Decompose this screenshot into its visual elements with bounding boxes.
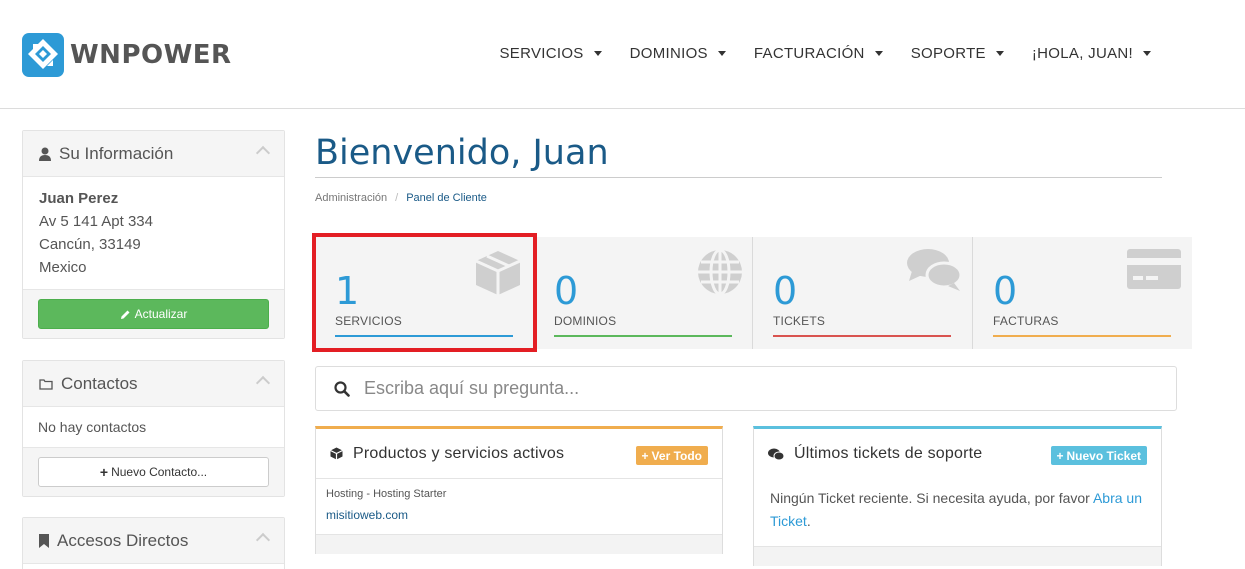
product-name: Hosting - Hosting Starter <box>326 488 447 500</box>
new-ticket-button[interactable]: + Nuevo Ticket <box>1050 446 1147 465</box>
card-header: Productos y servicios activos + Ver Todo <box>316 429 722 479</box>
plus-icon: + <box>99 464 109 480</box>
caret-down-icon <box>593 50 602 56</box>
stat-tile-dominios[interactable]: 0 DOMINIOS <box>534 237 753 349</box>
nav-user-menu[interactable]: ¡HOLA, JUAN! <box>1018 42 1165 64</box>
card-footer <box>316 534 722 554</box>
comments-icon <box>768 448 784 460</box>
new-ticket-label: Nuevo Ticket <box>1066 448 1141 463</box>
user-info: Juan Perez Av 5 141 Apt 334 Cancún, 3314… <box>23 177 284 289</box>
user-country: Mexico <box>39 259 87 276</box>
nav-facturacion[interactable]: FACTURACIÓN <box>740 42 897 64</box>
chevron-up-icon[interactable] <box>255 532 271 548</box>
panel-header[interactable]: Su Información <box>23 131 284 177</box>
support-tickets-card: Últimos tickets de soporte + Nuevo Ticket… <box>753 426 1162 566</box>
stat-tile-facturas[interactable]: 0 FACTURAS <box>973 237 1192 349</box>
nav-label: DOMINIOS <box>629 44 708 62</box>
panel-title: Contactos <box>61 373 138 393</box>
stat-value: 0 <box>554 269 579 313</box>
logo-mark-icon <box>22 33 64 77</box>
comments-icon <box>907 249 962 291</box>
bookmark-icon <box>39 533 49 548</box>
card-title: Productos y servicios activos <box>353 444 565 462</box>
breadcrumb: Administración / Panel de Cliente <box>315 192 487 204</box>
product-domain-link[interactable]: misitioweb.com <box>326 508 712 522</box>
stat-underline <box>554 335 732 337</box>
user-name: Juan Perez <box>39 190 119 207</box>
breadcrumb-panel-cliente: Panel de Cliente <box>406 192 487 204</box>
card-title: Últimos tickets de soporte <box>794 445 983 462</box>
folder-icon <box>39 378 53 390</box>
contacts-list: No hay contactos <box>23 407 284 447</box>
cube-icon <box>330 447 343 460</box>
panel-header[interactable]: Accesos Directos <box>23 518 284 564</box>
card-footer <box>754 546 1161 566</box>
tickets-empty-text: Ningún Ticket reciente. Si necesita ayud… <box>770 490 1090 506</box>
nav-soporte[interactable]: SOPORTE <box>897 42 1018 64</box>
logo[interactable]: WNPOWER <box>22 33 232 77</box>
panel-footer: Actualizar <box>23 289 284 338</box>
brand-name: WNPOWER <box>70 40 232 70</box>
panel-footer: + Nuevo Contacto... <box>23 447 284 496</box>
stat-value: 0 <box>773 269 798 313</box>
caret-down-icon <box>1143 50 1151 56</box>
kb-search <box>315 366 1177 411</box>
breadcrumb-administracion[interactable]: Administración <box>315 192 387 204</box>
stat-label: FACTURAS <box>993 314 1059 328</box>
stat-label: DOMINIOS <box>554 314 617 328</box>
plus-icon: + <box>641 448 649 463</box>
active-products-card: Productos y servicios activos + Ver Todo … <box>315 426 723 554</box>
user-address-2: Cancún, 33149 <box>39 236 141 253</box>
update-button[interactable]: Actualizar <box>38 299 269 329</box>
product-item[interactable]: Hosting - Hosting Starter misitioweb.com <box>316 479 722 534</box>
view-all-button[interactable]: + Ver Todo <box>635 446 708 465</box>
update-button-label: Actualizar <box>134 307 188 321</box>
panel-su-informacion: Su Información Juan Perez Av 5 141 Apt 3… <box>22 130 285 339</box>
stat-underline <box>993 335 1171 337</box>
search-input[interactable] <box>364 378 1124 399</box>
nav-dominios[interactable]: DOMINIOS <box>616 42 740 64</box>
stat-value: 0 <box>993 269 1018 313</box>
card-header: Últimos tickets de soporte + Nuevo Ticket <box>754 429 1161 479</box>
stat-divider <box>752 237 753 349</box>
stat-label: TICKETS <box>773 314 826 328</box>
caret-down-icon <box>995 50 1004 56</box>
user-icon <box>39 147 51 161</box>
site-header: WNPOWER SERVICIOS DOMINIOS FACTURACIÓN S… <box>0 0 1245 109</box>
caret-down-icon <box>717 50 726 56</box>
nav-label: SERVICIOS <box>499 44 584 62</box>
credit-card-icon <box>1127 249 1181 289</box>
no-contacts-text: No hay contactos <box>38 419 147 435</box>
new-contact-button[interactable]: + Nuevo Contacto... <box>38 457 269 487</box>
panel-title: Su Información <box>59 143 174 163</box>
page-title: Bienvenido, Juan <box>315 133 609 173</box>
globe-icon <box>698 248 742 296</box>
user-address-1: Av 5 141 Apt 334 <box>39 213 153 230</box>
tickets-empty-message: Ningún Ticket reciente. Si necesita ayud… <box>770 490 1143 529</box>
panel-title: Accesos Directos <box>57 530 189 550</box>
nav-label: ¡HOLA, JUAN! <box>1031 44 1133 62</box>
pencil-icon <box>120 310 130 319</box>
new-contact-label: Nuevo Contacto... <box>111 465 208 479</box>
stat-underline <box>773 335 951 337</box>
panel-header[interactable]: Contactos <box>23 361 284 407</box>
panel-contactos: Contactos No hay contactos + Nuevo Conta… <box>22 360 285 497</box>
caret-down-icon <box>874 50 883 56</box>
panel-accesos-directos: Accesos Directos <box>22 517 285 569</box>
nav-label: SOPORTE <box>910 44 986 62</box>
nav-servicios[interactable]: SERVICIOS <box>486 42 616 64</box>
nav-label: FACTURACIÓN <box>753 44 865 62</box>
search-icon <box>334 380 350 397</box>
main-nav: SERVICIOS DOMINIOS FACTURACIÓN SOPORTE ¡… <box>486 42 1166 64</box>
plus-icon: + <box>1056 448 1064 463</box>
chevron-up-icon[interactable] <box>255 145 271 161</box>
view-all-label: Ver Todo <box>651 448 702 463</box>
stat-tile-tickets[interactable]: 0 TICKETS <box>753 237 972 349</box>
highlight-box <box>312 233 537 352</box>
chevron-up-icon[interactable] <box>255 375 271 391</box>
title-divider <box>315 177 1162 178</box>
